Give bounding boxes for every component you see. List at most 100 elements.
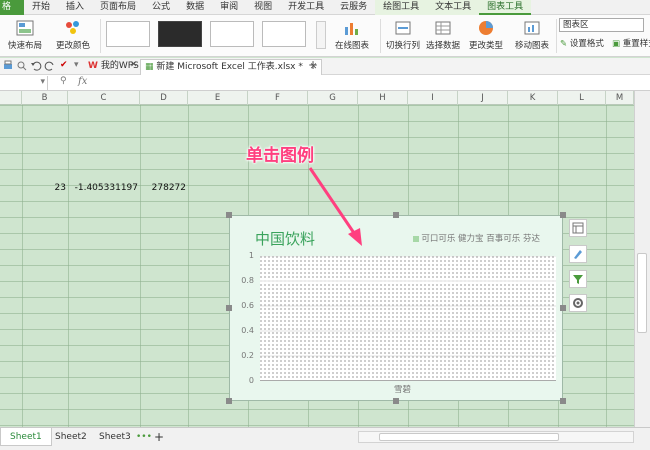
chart-style-button[interactable] [569,245,587,263]
resize-handle[interactable] [393,212,399,218]
y-tick-label: 1 [248,251,254,260]
app-menu-button[interactable]: 格 [0,0,24,15]
vertical-scrollbar[interactable] [634,91,650,427]
resize-handle[interactable] [560,305,566,311]
vertical-scroll-thumb[interactable] [637,253,647,333]
menu-review[interactable]: 审阅 [212,0,246,15]
function-icon[interactable]: fx [78,76,87,87]
menu-data[interactable]: 数据 [178,0,212,15]
cell-b[interactable]: 23 [22,183,66,193]
move-chart-button[interactable]: 移动图表 [512,15,552,57]
print-icon[interactable] [2,60,14,72]
chart-style-4[interactable] [262,21,306,47]
resize-handle[interactable] [226,305,232,311]
online-chart-button[interactable]: 在线图表 [332,15,372,57]
grid-divider [140,105,141,427]
cell-c[interactable]: -1.405331197 [68,183,138,193]
menu-start[interactable]: 开始 [24,0,58,15]
chart-settings-button[interactable] [569,294,587,312]
column-header-l[interactable]: L [558,91,606,105]
close-tab-icon[interactable]: ✕ [130,60,138,70]
horizontal-scrollbar[interactable] [358,431,634,443]
change-color-button[interactable]: 更改颜色 [50,15,96,57]
cell-d[interactable]: 278272 [140,183,186,193]
style-scroll-button[interactable] [316,21,326,49]
preview-icon[interactable] [16,60,28,72]
switch-row-col-label: 切换行列 [385,41,420,51]
resize-handle[interactable] [560,212,566,218]
brush-icon [574,250,582,259]
chart-object[interactable]: 中国饮料 可口可乐 健力宝 百事可乐 芬达 0 0.2 0.4 0.6 0.8 1 雪碧 [229,215,563,401]
column-header-h[interactable]: H [358,91,408,105]
legend-swatch [413,235,420,242]
chart-element-select[interactable]: 图表区 [559,18,644,32]
chart-legend[interactable]: 可口可乐 健力宝 百事可乐 芬达 [413,232,540,244]
y-tick-label: 0.8 [241,276,254,285]
resize-handle[interactable] [226,398,232,404]
chart-style-3[interactable] [210,21,254,47]
menu-view[interactable]: 视图 [246,0,280,15]
column-header-b[interactable]: B [22,91,68,105]
corner-cell[interactable] [0,91,22,105]
plot-area[interactable] [260,256,556,381]
column-header-m[interactable]: M [606,91,634,105]
menu-drawing-tools[interactable]: 绘图工具 [375,0,428,15]
dropdown-icon[interactable]: ▾ [74,60,79,70]
sheet-tab-1[interactable]: Sheet1 [0,428,52,446]
menu-cloud[interactable]: 云服务 [332,0,375,15]
select-data-button[interactable]: 选择数据 [424,15,462,57]
menu-page-layout[interactable]: 页面布局 [92,0,144,15]
menu-chart-tools[interactable]: 图表工具 [479,0,532,15]
ribbon-separator [380,19,381,53]
reset-style-label: 重置样式 [622,39,650,49]
column-header-i[interactable]: I [408,91,458,105]
tab-document[interactable]: ▦ 新建 Microsoft Excel 工作表.xlsx * ✕ [140,59,323,75]
column-header-f[interactable]: F [248,91,308,105]
undo-icon[interactable] [30,60,42,72]
layout-icon [572,222,584,234]
grid-divider [606,105,607,427]
add-sheet-button[interactable]: + [150,428,168,446]
select-data-label: 选择数据 [425,41,460,51]
quick-access-more-icon[interactable]: ✔ [60,60,68,70]
column-header-e[interactable]: E [188,91,248,105]
chart-style-1[interactable] [106,21,150,47]
switch-row-col-button[interactable]: 切换行列 [384,15,422,57]
quick-layout-button[interactable]: 快速布局 [2,15,48,57]
tab-document-label: 新建 Microsoft Excel 工作表.xlsx * [156,62,303,72]
zoom-icon[interactable]: ⚲ [60,76,67,86]
chart-style-2[interactable] [158,21,202,47]
column-header-c[interactable]: C [68,91,140,105]
legend-item-1: 健力宝 [458,234,484,244]
formula-input[interactable] [94,76,650,90]
column-header-j[interactable]: J [458,91,508,105]
new-tab-button[interactable]: + [308,58,318,72]
redo-icon[interactable] [44,60,56,72]
change-type-button[interactable]: 更改类型 [466,15,506,57]
menu-formulas[interactable]: 公式 [144,0,178,15]
resize-handle[interactable] [393,398,399,404]
online-chart-label: 在线图表 [334,41,369,51]
menu-insert[interactable]: 插入 [58,0,92,15]
excel-file-icon: ▦ [145,62,154,72]
menu-text-tools[interactable]: 文本工具 [427,0,480,15]
set-format-button[interactable]: ✎ 设置格式 [560,37,604,49]
annotation-callout: 单击图例 [246,146,314,166]
menu-developer[interactable]: 开发工具 [280,0,332,15]
chart-filter-button[interactable] [569,270,587,288]
annotation-arrow [308,167,362,246]
legend-item-2: 百事可乐 [486,234,521,244]
sheet-tab-2[interactable]: Sheet2 [46,428,96,446]
menu-bar: 格 开始 插入 页面布局 公式 数据 审阅 视图 开发工具 云服务 绘图工具 文… [0,0,650,15]
column-header-k[interactable]: K [508,91,558,105]
column-header-g[interactable]: G [308,91,358,105]
chart-elements-button[interactable] [569,219,587,237]
column-header-d[interactable]: D [140,91,188,105]
document-tab-strip: ✔ ▾ W 我的WPS ✕ ▦ 新建 Microsoft Excel 工作表.x… [0,58,650,75]
resize-handle[interactable] [226,212,232,218]
name-box[interactable]: ▾ [0,76,48,90]
resize-handle[interactable] [560,398,566,404]
horizontal-scroll-thumb[interactable] [379,433,559,441]
reset-style-button[interactable]: ▣ 重置样式 [612,37,650,49]
quick-layout-label: 快速布局 [7,41,42,51]
